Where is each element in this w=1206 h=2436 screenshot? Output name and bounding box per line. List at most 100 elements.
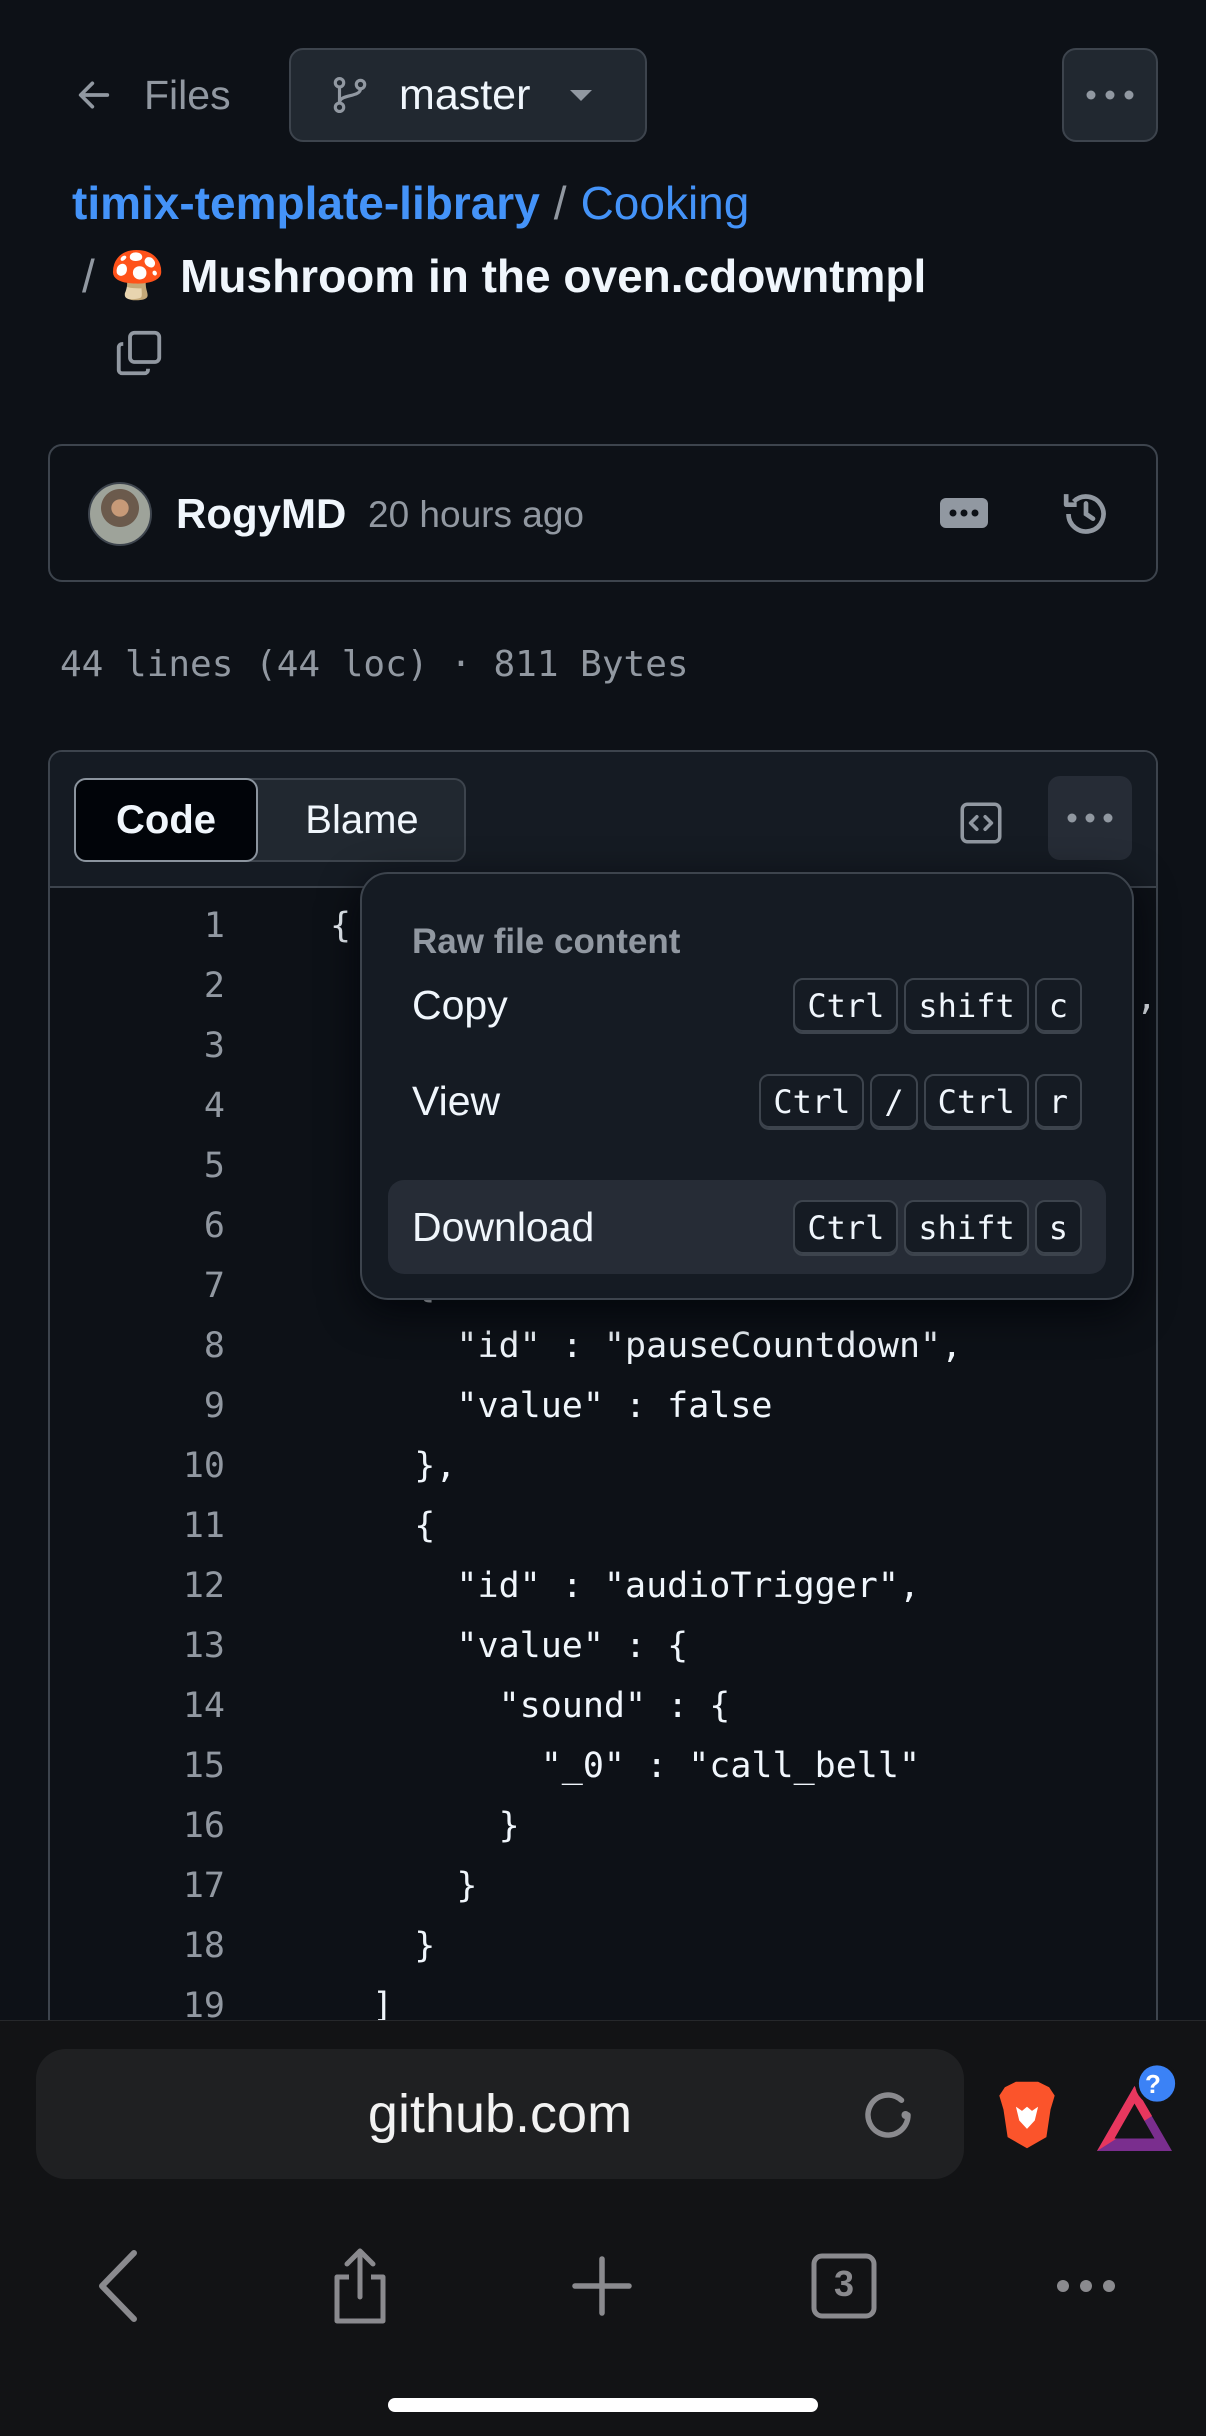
- url-text: github.com: [367, 2084, 633, 2144]
- browser-menu-button[interactable]: [1026, 2221, 1146, 2351]
- tab-blame[interactable]: Blame: [258, 780, 466, 860]
- copy-path-icon[interactable]: [112, 326, 166, 380]
- line-number[interactable]: 10: [183, 1436, 225, 1496]
- key-badge: c: [1034, 978, 1082, 1034]
- menu-item-label: Copy: [412, 981, 508, 1028]
- code-line: 17 }: [50, 1856, 1156, 1916]
- line-number[interactable]: 13: [183, 1616, 225, 1676]
- directory-link[interactable]: Cooking: [581, 176, 750, 230]
- menu-item-label: Download: [412, 1203, 595, 1250]
- key-badge: r: [1034, 1074, 1082, 1130]
- line-number[interactable]: 1: [204, 896, 225, 956]
- menu-item-view[interactable]: View Ctrl / Ctrl r: [388, 1054, 1106, 1148]
- tabs-button[interactable]: 3: [784, 2221, 904, 2351]
- menu-item-label: View: [412, 1077, 501, 1124]
- keyboard-shortcut: Ctrl shift s: [793, 1200, 1082, 1256]
- code-line: 10 },: [50, 1436, 1156, 1496]
- caret-down-icon: [570, 90, 593, 101]
- code-symbols-icon[interactable]: [956, 798, 1006, 848]
- more-options-button[interactable]: [1062, 48, 1158, 142]
- history-icon[interactable]: [1058, 486, 1114, 542]
- commit-time: 20 hours ago: [368, 494, 585, 535]
- menu-item-download[interactable]: Download Ctrl shift s: [388, 1180, 1106, 1274]
- code-line: 12 "id" : "audioTrigger",: [50, 1556, 1156, 1616]
- kebab-horizontal-icon: [1067, 813, 1113, 823]
- line-number[interactable]: 4: [204, 1076, 225, 1136]
- breadcrumb-separator: /: [82, 249, 95, 302]
- reload-icon[interactable]: [858, 2085, 918, 2145]
- code-line: 15 "_0" : "call_bell": [50, 1736, 1156, 1796]
- code-line: 11 {: [50, 1496, 1156, 1556]
- line-number[interactable]: 18: [183, 1916, 225, 1976]
- line-content: "sound" : {: [330, 1686, 731, 1726]
- brave-rewards-icon[interactable]: [1092, 2061, 1182, 2161]
- code-line: 9 "value" : false: [50, 1376, 1156, 1436]
- key-badge: /: [870, 1074, 918, 1130]
- line-content: "id" : "pauseCountdown",: [330, 1326, 963, 1366]
- line-number[interactable]: 3: [204, 1016, 225, 1076]
- line-content: "value" : {: [330, 1626, 689, 1666]
- line-content: "id" : "audioTrigger",: [330, 1566, 921, 1606]
- key-badge: shift: [904, 978, 1029, 1034]
- key-badge: Ctrl: [793, 978, 899, 1034]
- line-number[interactable]: 12: [183, 1556, 225, 1616]
- line-number[interactable]: 2: [204, 956, 225, 1016]
- line-number[interactable]: 8: [204, 1316, 225, 1376]
- line-number[interactable]: 6: [204, 1196, 225, 1256]
- chevron-left-icon: [99, 2250, 137, 2322]
- line-number[interactable]: 17: [183, 1856, 225, 1916]
- mushroom-emoji: 🍄: [108, 249, 167, 301]
- keyboard-shortcut: Ctrl / Ctrl r: [759, 1074, 1082, 1130]
- line-number[interactable]: 14: [183, 1676, 225, 1736]
- key-badge: Ctrl: [759, 1074, 865, 1130]
- key-badge: Ctrl: [923, 1074, 1029, 1130]
- keyboard-shortcut: Ctrl shift c: [793, 978, 1082, 1034]
- line-content: "_0" : "call_bell": [330, 1746, 921, 1786]
- back-to-files-label: Files: [144, 71, 231, 118]
- menu-item-copy[interactable]: Copy Ctrl shift c: [388, 958, 1106, 1052]
- key-badge: Ctrl: [793, 1200, 899, 1256]
- tab-code[interactable]: Code: [74, 778, 258, 862]
- code-line: 18 }: [50, 1916, 1156, 1976]
- line-content: },: [330, 1446, 457, 1486]
- line-content: {: [330, 1506, 436, 1546]
- latest-commit-box: RogyMD 20 hours ago: [48, 444, 1158, 582]
- breadcrumb-separator: /: [553, 177, 567, 229]
- code-panel-header: Code Blame: [50, 752, 1156, 888]
- git-branch-icon: [333, 76, 367, 114]
- ellipsis-icon[interactable]: [940, 498, 988, 528]
- line-number[interactable]: 7: [204, 1256, 225, 1316]
- kebab-horizontal-icon: [1086, 90, 1134, 100]
- line-number[interactable]: 15: [183, 1736, 225, 1796]
- file-name: Mushroom in the oven.cdowntmpl: [180, 249, 927, 302]
- arrow-left-icon: [78, 81, 110, 109]
- line-content: }: [330, 1806, 520, 1846]
- file-header-bar: Files master: [0, 46, 1206, 142]
- browser-back-button[interactable]: [58, 2221, 178, 2351]
- line-content: }: [330, 1926, 436, 1966]
- code-line: 13 "value" : {: [50, 1616, 1156, 1676]
- browser-toolbar: github.com ? 3: [0, 2020, 1206, 2436]
- avatar[interactable]: [88, 482, 152, 546]
- raw-file-content-menu: Raw file content Copy Ctrl shift c View …: [360, 872, 1134, 1300]
- line-number[interactable]: 9: [204, 1376, 225, 1436]
- line-number[interactable]: 11: [183, 1496, 225, 1556]
- view-mode-toggle: Code Blame: [74, 778, 466, 862]
- branch-selector-button[interactable]: master: [289, 48, 647, 142]
- line-content: }: [330, 1866, 478, 1906]
- new-tab-button[interactable]: [542, 2221, 662, 2351]
- line-number[interactable]: 16: [183, 1796, 225, 1856]
- share-button[interactable]: [300, 2221, 420, 2351]
- line-content: "value" : false: [330, 1386, 773, 1426]
- repo-link[interactable]: timix-template-library: [72, 176, 540, 230]
- raw-file-menu-button[interactable]: [1048, 776, 1132, 860]
- line-number[interactable]: 5: [204, 1136, 225, 1196]
- address-bar[interactable]: github.com: [36, 2049, 964, 2179]
- brave-shields-icon[interactable]: [992, 2079, 1062, 2151]
- commit-author[interactable]: RogyMD: [176, 490, 346, 538]
- file-info: 44 lines (44 loc) · 811 Bytes: [60, 644, 689, 685]
- code-line: 14 "sound" : {: [50, 1676, 1156, 1736]
- back-to-files-link[interactable]: Files: [74, 70, 231, 120]
- home-indicator: [388, 2398, 818, 2412]
- breadcrumb: timix-template-library / Cooking: [72, 176, 749, 230]
